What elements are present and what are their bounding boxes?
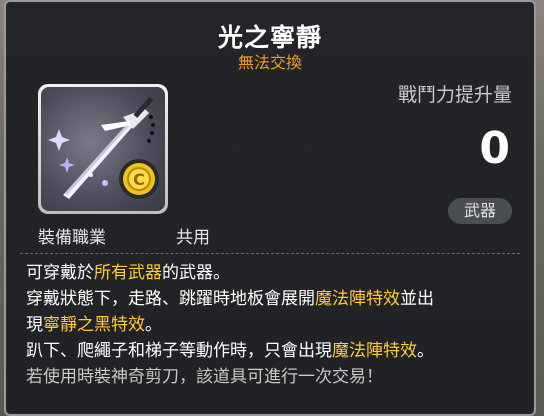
desc-text: 並出: [400, 289, 434, 309]
description-line: 現寧靜之黑特效。: [26, 312, 526, 338]
category-badge: 武器: [448, 198, 512, 224]
job-label: 裝備職業: [38, 228, 106, 248]
divider: [20, 253, 520, 254]
desc-text: 可穿戴於: [26, 263, 94, 283]
desc-highlight: 所有武器: [94, 263, 162, 283]
desc-text: 的武器。: [162, 263, 230, 283]
description-line: 可穿戴於所有武器的武器。: [26, 260, 526, 286]
description-line: 穿戴狀態下，走路、跳躍時地板會展開魔法陣特效並出: [26, 286, 526, 312]
job-value: 共用: [176, 228, 210, 248]
desc-highlight: 魔法陣特效: [315, 289, 400, 309]
power-increase-value: 0: [479, 123, 510, 174]
description-line: 趴下、爬繩子和梯子等動作時，只會出現魔法陣特效。: [26, 338, 526, 364]
sword-icon: C: [41, 87, 165, 211]
desc-text: 趴下、爬繩子和梯子等動作時，只會出現: [26, 341, 332, 361]
trade-status: 無法交換: [237, 53, 302, 72]
item-icon-frame: C: [38, 84, 168, 214]
desc-highlight: 寧靜之黑特效: [43, 315, 145, 335]
trade-note: 若使用時裝神奇剪刀，該道具可進行一次交易！: [26, 367, 383, 387]
power-increase-label: 戰鬥力提升量: [397, 84, 512, 106]
desc-text: 穿戴狀態下，走路、跳躍時地板會展開: [26, 289, 315, 309]
desc-text: 。: [145, 315, 162, 335]
desc-highlight: 魔法陣特效: [332, 341, 417, 361]
desc-text: 現: [26, 315, 43, 335]
svg-text:C: C: [133, 170, 145, 189]
desc-text: 。: [417, 341, 434, 361]
item-tooltip: 光之寧靜 無法交換 C 戰鬥力提升量 0 武器 裝備職業 共用 可穿戴於所有武器…: [4, 0, 536, 416]
item-description: 可穿戴於所有武器的武器。 穿戴狀態下，走路、跳躍時地板會展開魔法陣特效並出 現寧…: [26, 260, 526, 390]
